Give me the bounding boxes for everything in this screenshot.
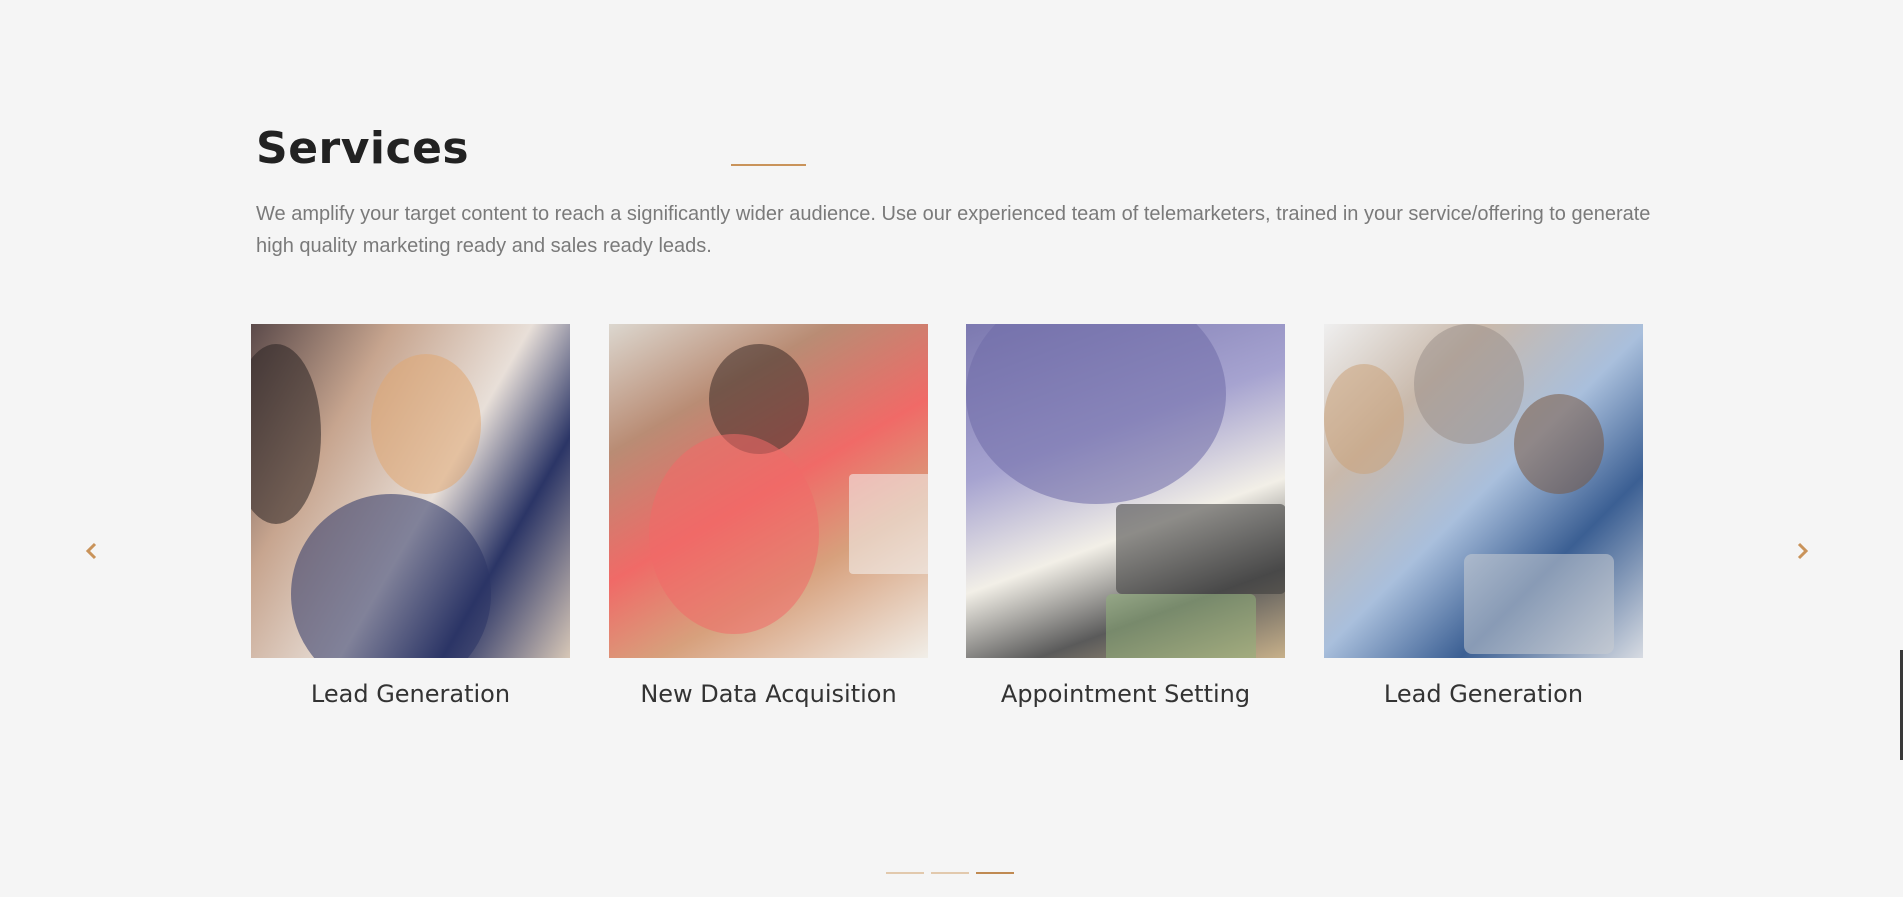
service-card[interactable]: Lead Generation (1324, 324, 1643, 710)
pagination-dot[interactable] (886, 872, 924, 874)
services-carousel: Lead Generation New Data Acquisition App… (251, 324, 1644, 724)
service-label: Lead Generation (1383, 680, 1584, 708)
service-image (1324, 324, 1643, 658)
services-section: Services We amplify your target content … (0, 0, 1903, 897)
chevron-right-icon (1797, 542, 1809, 560)
service-label: Lead Generation (310, 680, 511, 708)
pagination-dot-active[interactable] (976, 872, 1014, 874)
carousel-prev-button[interactable] (80, 540, 102, 562)
service-card[interactable]: New Data Acquisition (609, 324, 928, 710)
title-accent-line (731, 164, 806, 166)
service-card[interactable]: Appointment Setting (966, 324, 1285, 710)
service-label: New Data Acquisition (640, 680, 897, 708)
service-card[interactable]: Lead Generation (251, 324, 570, 710)
section-title: Services (256, 123, 470, 174)
pagination-dot[interactable] (931, 872, 969, 874)
chevron-left-icon (85, 542, 97, 560)
section-description: We amplify your target content to reach … (256, 203, 1651, 257)
service-label: Appointment Setting (1000, 680, 1251, 708)
carousel-next-button[interactable] (1792, 540, 1814, 562)
service-image (966, 324, 1285, 658)
service-image (251, 324, 570, 658)
service-image (609, 324, 928, 658)
